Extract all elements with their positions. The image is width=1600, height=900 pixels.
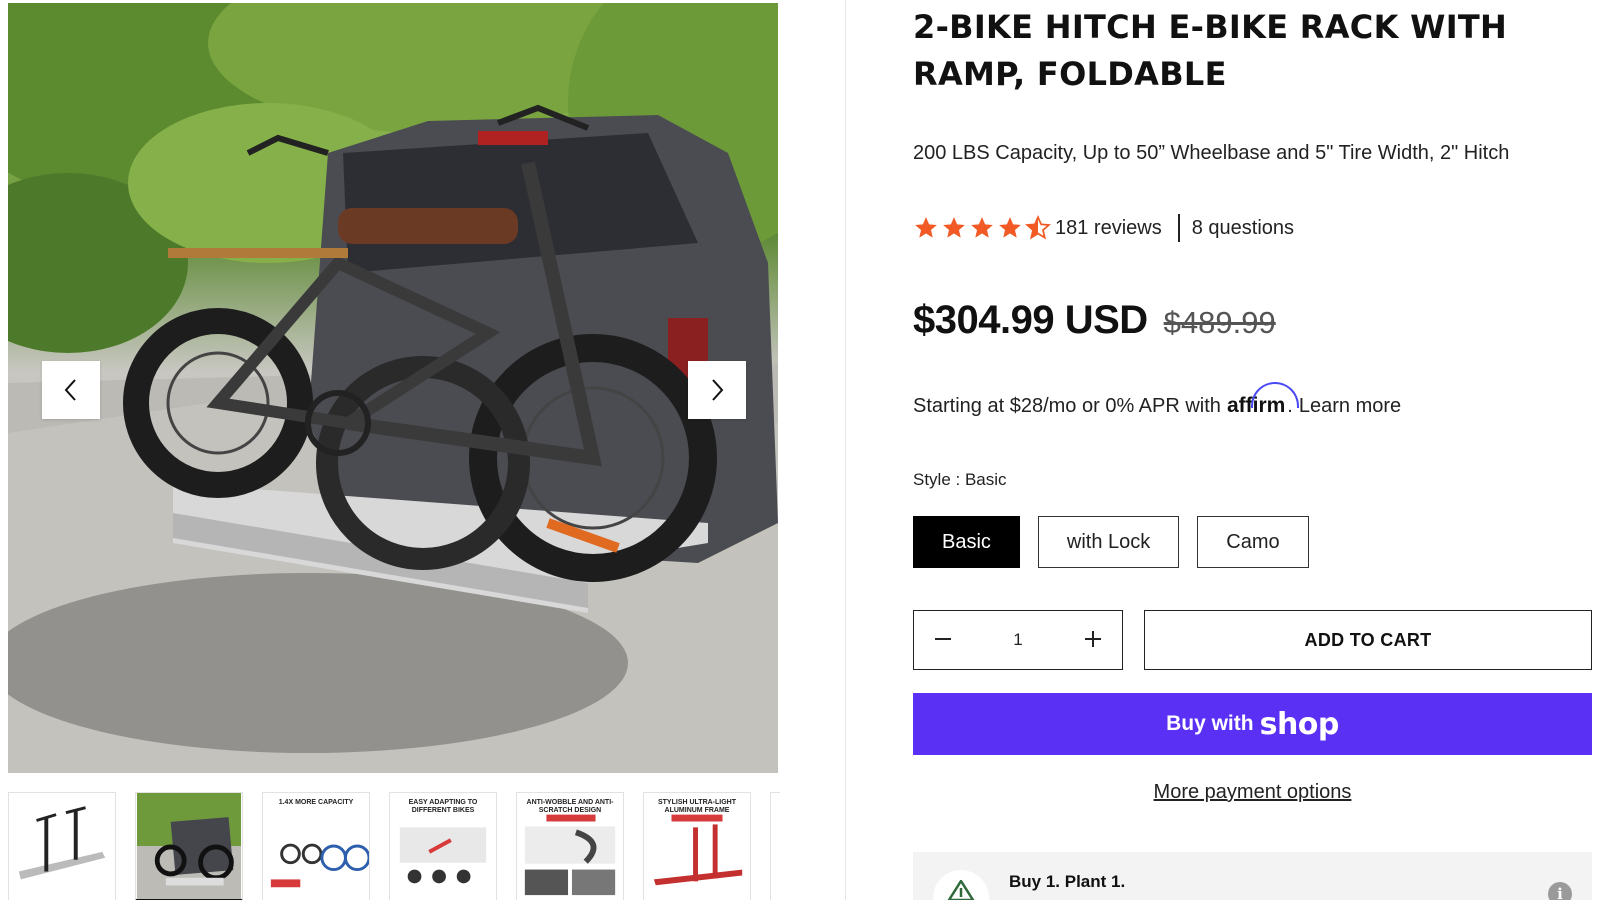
thumbnail-strip: 1.4X MORE CAPACITY EASY ADAPTING TO DIFF… bbox=[8, 792, 780, 900]
affirm-financing: Starting at $28/mo or 0% APR with affirm… bbox=[913, 382, 1401, 418]
style-options: Basic with Lock Camo bbox=[913, 516, 1309, 568]
thumbnail-6[interactable]: STYLISH ULTRA-LIGHT ALUMINUM FRAME bbox=[643, 792, 751, 900]
thumbnail-7[interactable] bbox=[770, 792, 780, 900]
star-full-icon bbox=[971, 217, 993, 238]
thumbnail-2[interactable] bbox=[135, 792, 243, 900]
plus-icon bbox=[1085, 631, 1101, 647]
add-to-cart-button[interactable]: ADD TO CART bbox=[1144, 610, 1592, 670]
thumbnail-caption: ANTI-WOBBLE AND ANTI-SCRATCH DESIGN bbox=[526, 799, 614, 814]
affirm-logo: affirm bbox=[1227, 382, 1299, 418]
chevron-right-icon bbox=[712, 379, 724, 401]
chevron-left-icon bbox=[64, 379, 76, 401]
column-divider bbox=[845, 0, 846, 900]
style-option-with-lock[interactable]: with Lock bbox=[1037, 516, 1180, 568]
learn-more-link[interactable]: Learn more bbox=[1299, 395, 1401, 418]
reviews-link[interactable]: 181 reviews bbox=[1055, 217, 1162, 240]
decrease-quantity-button[interactable] bbox=[926, 623, 960, 657]
increase-quantity-button[interactable] bbox=[1076, 623, 1110, 657]
thumbnail-caption: 1.4X MORE CAPACITY bbox=[278, 799, 354, 806]
compare-price: $489.99 bbox=[1163, 305, 1276, 340]
rating-summary: 181 reviews 8 questions bbox=[913, 214, 1294, 242]
style-option-camo[interactable]: Camo bbox=[1197, 516, 1309, 568]
tree-icon bbox=[947, 880, 975, 900]
info-icon[interactable]: i bbox=[1548, 882, 1572, 900]
style-label: Style : Basic bbox=[913, 470, 1007, 489]
more-payment-options-link[interactable]: More payment options bbox=[913, 781, 1592, 804]
shop-logo: shop bbox=[1259, 706, 1340, 742]
questions-link[interactable]: 8 questions bbox=[1192, 217, 1294, 240]
buy-with-shop-button[interactable]: Buy with shop bbox=[913, 693, 1592, 755]
thumbnail-caption: STYLISH ULTRA-LIGHT ALUMINUM FRAME bbox=[657, 799, 737, 814]
product-main-image[interactable] bbox=[8, 3, 778, 773]
thumbnail-1[interactable] bbox=[8, 792, 116, 900]
star-half-icon bbox=[1025, 215, 1051, 240]
plant-label: Buy 1. Plant 1. bbox=[1009, 872, 1126, 891]
star-rating[interactable] bbox=[913, 215, 1051, 241]
star-full-icon bbox=[915, 217, 937, 238]
quantity-stepper bbox=[913, 610, 1123, 670]
price-row: $304.99 USD $489.99 bbox=[913, 298, 1276, 343]
star-full-icon bbox=[999, 217, 1021, 238]
star-full-icon bbox=[943, 217, 965, 238]
product-title: 2-BIKE HITCH E-BIKE RACK WITH RAMP, FOLD… bbox=[913, 8, 1508, 93]
rating-divider bbox=[1177, 214, 1180, 242]
quantity-input[interactable] bbox=[988, 630, 1048, 650]
product-subtitle: 200 LBS Capacity, Up to 50” Wheelbase an… bbox=[913, 142, 1510, 164]
thumbnail-4[interactable]: EASY ADAPTING TO DIFFERENT BIKES bbox=[389, 792, 497, 900]
next-image-button[interactable] bbox=[688, 361, 746, 419]
prev-image-button[interactable] bbox=[42, 361, 100, 419]
minus-icon bbox=[935, 638, 951, 640]
buy-one-plant-one-banner: Buy 1. Plant 1. i bbox=[913, 852, 1592, 900]
thumbnail-3[interactable]: 1.4X MORE CAPACITY bbox=[262, 792, 370, 900]
ebike-rack-photo bbox=[8, 3, 778, 773]
thumbnail-caption: EASY ADAPTING TO DIFFERENT BIKES bbox=[408, 799, 478, 814]
style-option-basic[interactable]: Basic bbox=[913, 516, 1020, 568]
sale-price: $304.99 USD bbox=[913, 298, 1148, 342]
thumbnail-5[interactable]: ANTI-WOBBLE AND ANTI-SCRATCH DESIGN bbox=[516, 792, 624, 900]
buy-with-label: Buy with bbox=[1166, 712, 1254, 735]
tree-badge bbox=[933, 870, 989, 900]
affirm-text: Starting at $28/mo or 0% APR with bbox=[913, 394, 1221, 417]
